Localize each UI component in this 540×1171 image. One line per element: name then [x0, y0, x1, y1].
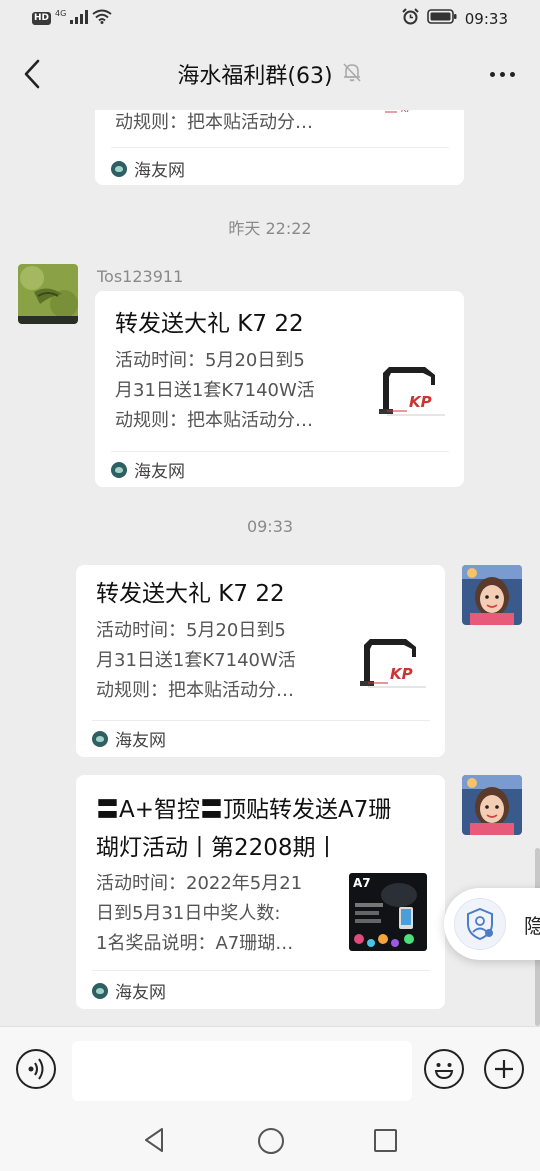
timestamp: 09:33 [246, 517, 294, 536]
chat-title: 海水福利群(63) [177, 64, 333, 89]
card-title: 转发送大礼 K7 22 [115, 311, 304, 337]
card-desc: 活动时间：5月20日到5 月31日送1套K7140W活 动规则：把本贴活动分… [96, 616, 336, 706]
title-wrap: 海水福利群(63) [0, 58, 540, 90]
emoji-button[interactable] [424, 1049, 464, 1089]
source-logo-icon [111, 160, 127, 177]
more-icon [509, 71, 515, 77]
card-thumbnail: KP [356, 625, 434, 703]
floating-privacy-button[interactable]: 隐 [444, 888, 540, 960]
more-icon [499, 71, 505, 77]
card-title-line: 〓A+智控〓顶贴转发送A7珊 [96, 797, 392, 823]
status-bar: HD 4G 09:33 [0, 0, 540, 38]
nav-home-button[interactable] [258, 1128, 284, 1154]
more-icon [489, 71, 495, 77]
card-desc-line: 月31日送1套K7140W活 [115, 380, 315, 401]
avatar[interactable] [18, 264, 78, 324]
more-button[interactable] [482, 58, 522, 90]
svg-text:KP: KP [390, 665, 413, 683]
card-thumbnail: KP [381, 110, 459, 130]
thumb-text: A7 [353, 876, 371, 890]
message-card[interactable]: 转发送大礼 K7 22 活动时间：5月20日到5 月31日送1套K7140W活 … [76, 565, 445, 757]
source-name: 海友网 [134, 161, 185, 181]
card-thumbnail: KP [375, 353, 453, 431]
chat-header: 海水福利群(63) [0, 38, 540, 110]
card-desc-line: 活动时间：2022年5月21 [96, 873, 303, 894]
card-source: 海友网 [92, 978, 166, 1003]
alarm-icon [402, 8, 419, 29]
voice-icon [28, 1058, 44, 1080]
card-divider [92, 720, 430, 721]
card-divider [111, 451, 449, 452]
sender-name: Tos123911 [97, 267, 184, 286]
card-desc: 活动时间：2022年5月21 日到5月31日中奖人数: 1名奖品说明：A7珊瑚… [96, 869, 336, 959]
plus-icon [495, 1060, 513, 1078]
card-desc-line: 月31日送1套K7140W活 [96, 650, 296, 671]
source-logo-icon [92, 730, 108, 747]
card-desc-line: 活动时间：5月20日到5 [115, 350, 305, 371]
floating-label: 隐 [524, 914, 540, 938]
svg-text:KP: KP [409, 393, 432, 411]
card-divider [111, 147, 449, 148]
chat-messages[interactable]: 动规则：把本贴活动分… KP 海友网 昨天 22:22 Tos123911 转发… [0, 110, 540, 1026]
network-label: 4G [55, 9, 67, 18]
input-bar [0, 1026, 540, 1171]
avatar[interactable] [462, 775, 522, 835]
nav-back-icon [145, 1128, 163, 1152]
status-time: 09:33 [464, 9, 508, 28]
signal-icon [70, 9, 89, 28]
card-source: 海友网 [92, 726, 166, 751]
card-source: 海友网 [111, 457, 185, 482]
card-source: 海友网 [111, 156, 185, 181]
source-logo-icon [111, 461, 127, 478]
card-desc-line: 动规则：把本贴活动分… [115, 112, 313, 133]
source-name: 海友网 [115, 731, 166, 751]
nav-back-button[interactable] [143, 1127, 165, 1157]
card-desc-line: 活动时间：5月20日到5 [96, 620, 286, 641]
timestamp: 昨天 22:22 [228, 219, 312, 238]
shield-user-icon [454, 898, 506, 950]
card-desc-line: 动规则：把本贴活动分… [96, 680, 294, 701]
message-card[interactable]: 动规则：把本贴活动分… KP 海友网 [95, 110, 464, 185]
card-desc-line: 1名奖品说明：A7珊瑚… [96, 933, 294, 954]
card-title: 转发送大礼 K7 22 [96, 581, 285, 607]
message-card[interactable]: 〓A+智控〓顶贴转发送A7珊 瑚灯活动丨第2208期丨 活动时间：2022年5月… [76, 775, 445, 1009]
card-thumbnail: A7 [349, 873, 427, 951]
status-right: 09:33 [402, 8, 508, 29]
status-left: HD 4G [32, 9, 112, 28]
card-title: 〓A+智控〓顶贴转发送A7珊 瑚灯活动丨第2208期丨 [96, 791, 436, 867]
avatar[interactable] [462, 565, 522, 625]
emoji-icon [434, 1063, 454, 1080]
card-title-line: 瑚灯活动丨第2208期丨 [96, 835, 339, 861]
more-functions-button[interactable] [484, 1049, 524, 1089]
card-desc: 活动时间：5月20日到5 月31日送1套K7140W活 动规则：把本贴活动分… [115, 346, 355, 436]
card-desc-line: 日到5月31日中奖人数: [96, 903, 281, 924]
svg-text:KP: KP [401, 110, 413, 115]
card-desc-line: 动规则：把本贴活动分… [115, 410, 313, 431]
message-input[interactable] [72, 1041, 412, 1101]
wifi-icon [92, 9, 112, 28]
mute-bell-icon [341, 61, 363, 87]
voice-button[interactable] [16, 1049, 56, 1089]
card-divider [92, 970, 430, 971]
hd-badge: HD [32, 12, 52, 25]
source-logo-icon [92, 982, 108, 999]
message-card[interactable]: 转发送大礼 K7 22 活动时间：5月20日到5 月31日送1套K7140W活 … [95, 291, 464, 487]
battery-icon [426, 9, 457, 28]
nav-recent-button[interactable] [374, 1129, 397, 1152]
source-name: 海友网 [115, 983, 166, 1003]
source-name: 海友网 [134, 462, 185, 482]
